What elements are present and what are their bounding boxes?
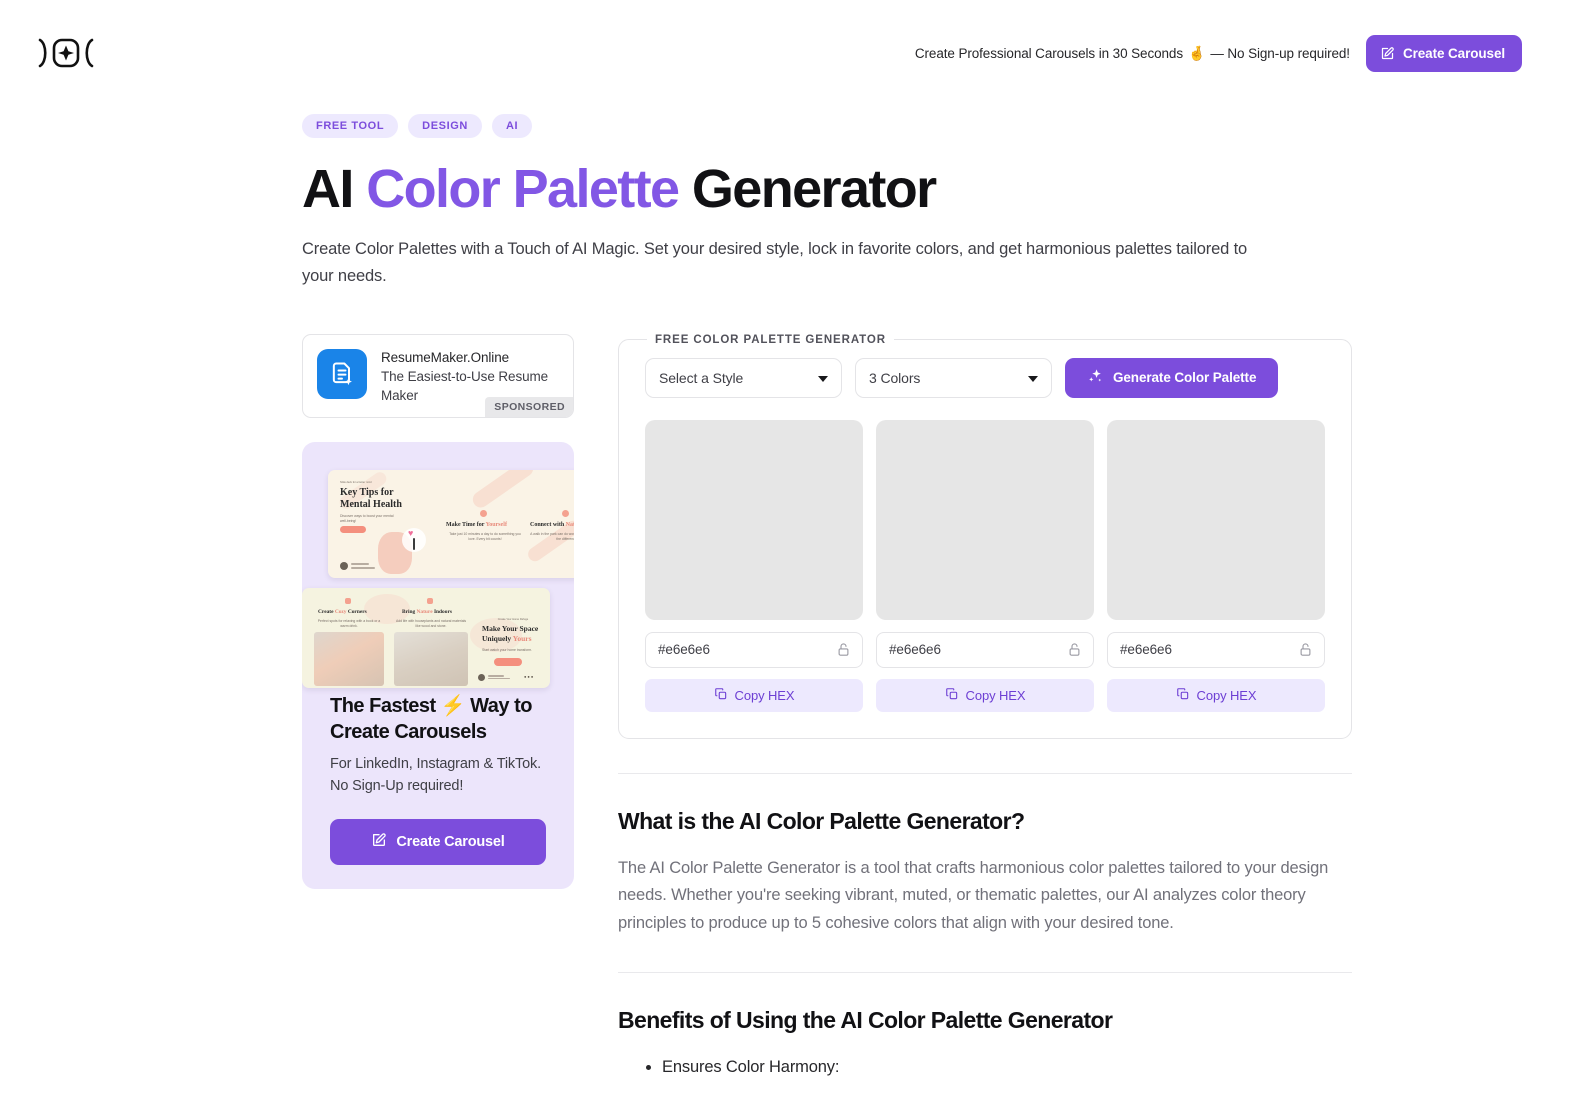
site-header: Create Professional Carousels in 30 Seco… [0, 0, 1584, 106]
color-swatch-3[interactable] [1107, 419, 1325, 620]
unlock-icon-1[interactable] [835, 642, 852, 657]
sponsored-ad-card[interactable]: ResumeMaker.Online The Easiest-to-Use Re… [302, 333, 574, 419]
promo-create-carousel-button[interactable]: Create Carousel [330, 819, 546, 866]
site-logo[interactable] [30, 35, 102, 71]
panel-legend: FREE COLOR PALETTE GENERATOR [655, 333, 886, 346]
promo-subtext-line-1: For LinkedIn, Instagram & TikTok. [330, 756, 542, 773]
style-select-value: Select a Style [659, 369, 744, 386]
badge-design[interactable]: DESIGN [408, 114, 482, 138]
create-carousel-label: Create Carousel [1402, 45, 1505, 61]
edit-square-icon [371, 832, 387, 852]
color-palette-generator-panel: FREE COLOR PALETTE GENERATOR Select a St… [618, 333, 1352, 739]
tagline-text: Create Professional Carousels in 30 Seco… [914, 45, 1183, 61]
unlock-icon-2[interactable] [1066, 642, 1083, 657]
swatch-grid: Copy HEX [645, 419, 1325, 712]
sponsor-title: ResumeMaker.Online [381, 349, 510, 365]
swatch-column: Copy HEX [876, 419, 1094, 712]
hero-badges: FREE TOOL DESIGN AI [302, 114, 1584, 138]
main-columns: ResumeMaker.Online The Easiest-to-Use Re… [302, 333, 1584, 1105]
benefits-section: Benefits of Using the AI Color Palette G… [618, 973, 1352, 1105]
color-swatch-2[interactable] [876, 419, 1094, 620]
promo-preview-images: Slide deck for a better mind Key Tips fo… [302, 442, 574, 694]
about-section: What is the AI Color Palette Generator? … [618, 774, 1352, 938]
copy-hex-label-2: Copy HEX [965, 687, 1026, 703]
tagline-suffix: — No Sign-up required! [1210, 45, 1350, 61]
chevron-down-icon [818, 375, 828, 382]
generate-palette-label: Generate Color Palette [1113, 370, 1257, 386]
promo-heading-part-1: The Fastest [330, 695, 441, 718]
hex-input-1[interactable] [658, 642, 835, 658]
copy-hex-button-3[interactable]: Copy HEX [1107, 678, 1325, 712]
bolt-icon: ⚡ [440, 695, 466, 718]
sparkles-icon [1087, 368, 1104, 388]
promo-heading: The Fastest ⚡ Way to Create Carousels [330, 694, 546, 745]
hex-input-2[interactable] [889, 642, 1066, 658]
unlock-icon-3[interactable] [1297, 642, 1314, 657]
promo-create-carousel-label: Create Carousel [396, 834, 505, 851]
sponsored-badge: SPONSORED [485, 397, 573, 418]
promo-subtext: For LinkedIn, Instagram & TikTok. No Sig… [330, 754, 546, 797]
header-actions: Create Professional Carousels in 30 Seco… [915, 34, 1522, 72]
badge-free-tool[interactable]: FREE TOOL [302, 114, 399, 138]
page-content: FREE TOOL DESIGN AI AI Color Palette Gen… [0, 114, 1584, 1105]
carousel-preview-a: Slide deck for a better mind Key Tips fo… [328, 470, 574, 579]
generate-palette-button[interactable]: Generate Color Palette [1065, 357, 1279, 398]
generator-controls: Select a Style 3 Colors Generate Color P… [645, 357, 1325, 398]
badge-ai[interactable]: AI [491, 114, 533, 138]
promo-card: Slide deck for a better mind Key Tips fo… [302, 442, 574, 890]
copy-icon [1176, 687, 1190, 704]
chevron-down-icon [1028, 375, 1038, 382]
resume-document-icon [317, 348, 367, 399]
page-title: AI Color Palette Generator [302, 160, 1584, 218]
hex-field-row-1 [645, 631, 863, 668]
create-carousel-button[interactable]: Create Carousel [1365, 34, 1522, 72]
hex-field-row-3 [1107, 631, 1325, 668]
about-paragraph: The AI Color Palette Generator is a tool… [618, 858, 1329, 933]
copy-hex-label-1: Copy HEX [734, 687, 795, 703]
hex-field-row-2 [876, 631, 1094, 668]
edit-square-icon [1380, 46, 1395, 61]
benefits-list: Ensures Color Harmony: [618, 1054, 1352, 1082]
sidebar-column: ResumeMaker.Online The Easiest-to-Use Re… [302, 333, 574, 1105]
title-accent: Color Palette [366, 159, 680, 219]
about-heading: What is the AI Color Palette Generator? [618, 807, 1025, 834]
style-select[interactable]: Select a Style [645, 357, 842, 398]
swatch-column: Copy HEX [1107, 419, 1325, 712]
title-part-2: Generator [678, 159, 937, 219]
title-part-1: AI [302, 159, 367, 219]
promo-subtext-line-2: No Sign-Up required! [330, 777, 464, 794]
color-swatch-1[interactable] [645, 419, 863, 620]
color-count-select[interactable]: 3 Colors [855, 357, 1052, 398]
swatch-column: Copy HEX [645, 419, 863, 712]
header-tagline: Create Professional Carousels in 30 Seco… [915, 45, 1350, 62]
copy-hex-label-3: Copy HEX [1196, 687, 1257, 703]
page-subtitle: Create Color Palettes with a Touch of AI… [302, 240, 1248, 286]
benefit-item: Ensures Color Harmony: [662, 1054, 1352, 1082]
promo-body: The Fastest ⚡ Way to Create Carousels Fo… [302, 694, 574, 866]
benefits-paragraph: Every generated palette is designed to h… [618, 1102, 1352, 1105]
tagline-emoji: 🤞 [1187, 44, 1206, 61]
copy-icon [945, 687, 959, 704]
carousel-preview-b: Create Cozy Corners Perfect spots for re… [302, 588, 550, 689]
copy-hex-button-2[interactable]: Copy HEX [876, 678, 1094, 712]
carousel-sparkle-logo-icon [38, 38, 94, 68]
copy-hex-button-1[interactable]: Copy HEX [645, 678, 863, 712]
hex-input-3[interactable] [1120, 642, 1297, 658]
color-count-value: 3 Colors [869, 369, 921, 386]
copy-icon [714, 687, 728, 704]
generator-column: FREE COLOR PALETTE GENERATOR Select a St… [618, 333, 1352, 1105]
benefits-heading: Benefits of Using the AI Color Palette G… [618, 1006, 1113, 1033]
